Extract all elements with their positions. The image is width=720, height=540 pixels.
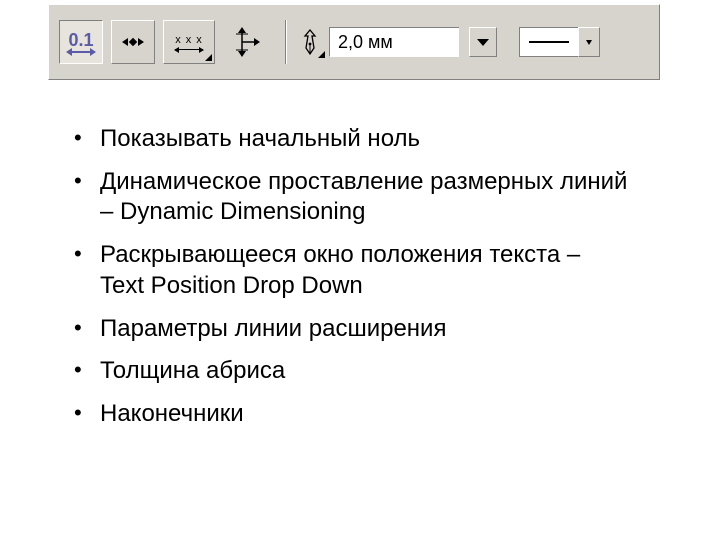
outline-thickness-input[interactable]: 2,0 мм xyxy=(329,27,459,57)
flyout-indicator-icon xyxy=(318,51,325,58)
outline-thickness-dropdown-button[interactable] xyxy=(469,27,497,57)
list-item: Показывать начальный ноль xyxy=(70,124,630,155)
outline-thickness-combo: 2,0 мм xyxy=(329,27,497,57)
list-item: Наконечники xyxy=(70,399,630,430)
text-position-button[interactable]: x x x xyxy=(163,20,215,64)
flyout-indicator-icon xyxy=(205,54,212,61)
chevron-down-icon xyxy=(586,40,592,45)
description-list: Показывать начальный ноль Динамическое п… xyxy=(70,124,630,430)
arrowhead-style-combo xyxy=(519,27,600,57)
toolbar-separator xyxy=(285,20,287,64)
extension-line-icon xyxy=(233,26,261,58)
show-leading-zero-button[interactable]: 0.1 xyxy=(59,20,103,64)
leading-zero-icon: 0.1 xyxy=(68,31,93,53)
text-position-icon: x x x xyxy=(175,35,203,50)
toolbar: 0.1 x x x xyxy=(48,4,660,80)
outline-pen-button[interactable] xyxy=(297,20,323,64)
dynamic-dimensioning-icon xyxy=(116,38,150,46)
list-item: Раскрывающееся окно положения текста – T… xyxy=(70,240,630,301)
list-item: Динамическое проставление размерных лини… xyxy=(70,167,630,228)
dynamic-dimensioning-button[interactable] xyxy=(111,20,155,64)
list-item: Толщина абриса xyxy=(70,356,630,387)
chevron-down-icon xyxy=(477,39,489,46)
arrowhead-style-dropdown-button[interactable] xyxy=(578,27,600,57)
pen-nib-icon xyxy=(300,28,320,56)
arrowhead-style-preview[interactable] xyxy=(519,27,578,57)
list-item: Параметры линии расширения xyxy=(70,314,630,345)
line-sample-icon xyxy=(529,41,569,43)
extension-line-params-button[interactable] xyxy=(227,20,267,64)
